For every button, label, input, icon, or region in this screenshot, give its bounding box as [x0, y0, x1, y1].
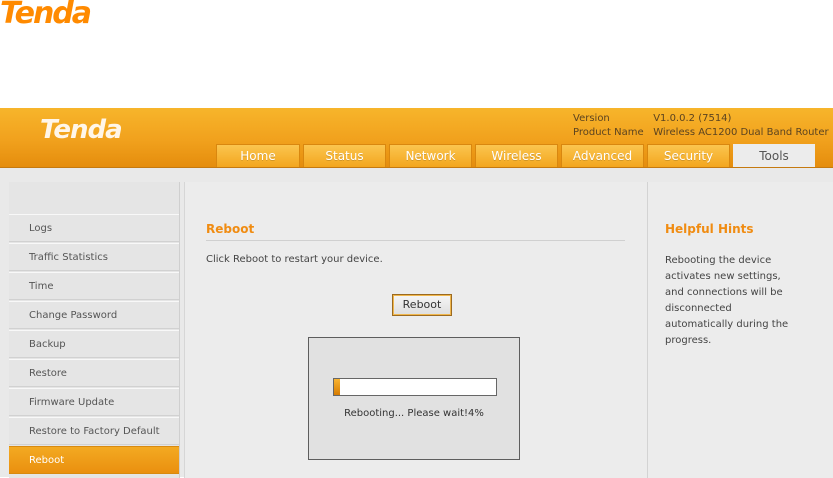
tenda-logo-header: Tenda — [40, 115, 123, 145]
sidebar-item-firmware-update[interactable]: Firmware Update — [9, 388, 179, 416]
sidebar-item-backup[interactable]: Backup — [9, 330, 179, 358]
helpful-hints-text: Rebooting the device activates new setti… — [665, 255, 789, 346]
reboot-button[interactable]: Reboot — [392, 294, 452, 316]
sidebar-item-logs[interactable]: Logs — [9, 214, 179, 242]
tenda-logo-top: Tenda — [0, 0, 92, 31]
sidebar-item-change-password[interactable]: Change Password — [9, 301, 179, 329]
top-tabs: Home Status Network Wireless Advanced Se… — [216, 144, 818, 167]
sidebar-item-factory-default[interactable]: Restore to Factory Default — [9, 417, 179, 445]
tools-sidebar: Logs Traffic Statistics Time Change Pass… — [9, 182, 180, 478]
tab-wireless[interactable]: Wireless — [475, 144, 558, 167]
page-title: Reboot — [206, 222, 255, 236]
sidebar-item-restore[interactable]: Restore — [9, 359, 179, 387]
title-divider — [206, 240, 625, 241]
reboot-progress-dialog: Rebooting... Please wait!4% — [308, 337, 520, 460]
version-value: V1.0.0.2 (7514) — [653, 113, 732, 124]
version-label: Version — [573, 113, 610, 124]
product-value: Wireless AC1200 Dual Band Router — [653, 127, 829, 138]
tab-network[interactable]: Network — [389, 144, 472, 167]
sidebar-item-reboot[interactable]: Reboot — [9, 446, 179, 474]
progress-fill — [334, 379, 341, 395]
helpful-hints-title: Helpful Hints — [665, 222, 754, 236]
main-content: Reboot Click Reboot to restart your devi… — [184, 182, 648, 478]
progress-text: Rebooting... Please wait!4% — [344, 408, 484, 419]
tab-home[interactable]: Home — [216, 144, 300, 167]
reboot-description: Click Reboot to restart your device. — [206, 254, 383, 265]
tab-status[interactable]: Status — [303, 144, 386, 167]
header-bar: Tenda Version V1.0.0.2 (7514) Product Na… — [0, 108, 833, 168]
progress-bar — [333, 378, 497, 396]
router-admin-shell: Tenda Version V1.0.0.2 (7514) Product Na… — [0, 108, 833, 478]
helpful-hints-panel: Helpful Hints Rebooting the device activ… — [647, 182, 833, 478]
sidebar-item-traffic-statistics[interactable]: Traffic Statistics — [9, 243, 179, 271]
tab-security[interactable]: Security — [647, 144, 730, 167]
version-info: Version V1.0.0.2 (7514) Product Name Wir… — [573, 112, 829, 140]
product-label: Product Name — [573, 127, 644, 138]
sidebar-item-time[interactable]: Time — [9, 272, 179, 300]
tab-tools[interactable]: Tools — [733, 144, 815, 167]
tab-advanced[interactable]: Advanced — [561, 144, 644, 167]
